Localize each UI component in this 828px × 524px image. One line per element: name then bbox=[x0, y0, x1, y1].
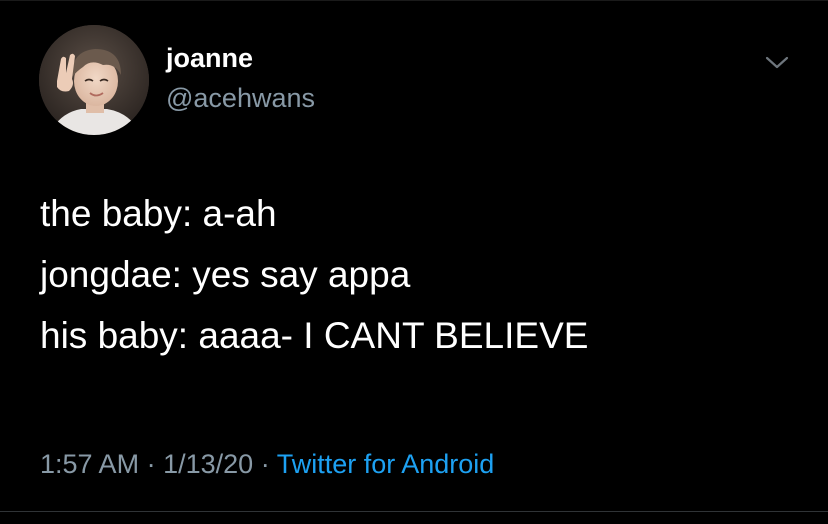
bottom-divider bbox=[0, 511, 828, 512]
top-divider bbox=[0, 0, 828, 1]
tweet-card: joanne @acehwans the baby: a-ah jongdae:… bbox=[0, 0, 828, 524]
meta-separator: · bbox=[260, 449, 270, 479]
avatar-photo bbox=[39, 25, 149, 135]
tweet-line: the baby: a-ah bbox=[40, 193, 277, 234]
avatar[interactable] bbox=[39, 25, 149, 135]
tweet-line: his baby: aaaa- I CANT BELIEVE bbox=[40, 315, 589, 356]
tweet-line: jongdae: yes say appa bbox=[40, 254, 411, 295]
tweet-date[interactable]: 1/13/20 bbox=[163, 449, 253, 479]
display-name[interactable]: joanne bbox=[166, 42, 253, 74]
tweet-text: the baby: a-ah jongdae: yes say appa his… bbox=[40, 188, 800, 371]
chevron-down-icon[interactable] bbox=[764, 52, 790, 72]
meta-separator: · bbox=[146, 449, 156, 479]
tweet-source-link[interactable]: Twitter for Android bbox=[277, 449, 495, 479]
user-handle[interactable]: @acehwans bbox=[166, 82, 315, 114]
tweet-metadata: 1:57 AM · 1/13/20 · Twitter for Android bbox=[40, 446, 494, 482]
tweet-time[interactable]: 1:57 AM bbox=[40, 449, 139, 479]
